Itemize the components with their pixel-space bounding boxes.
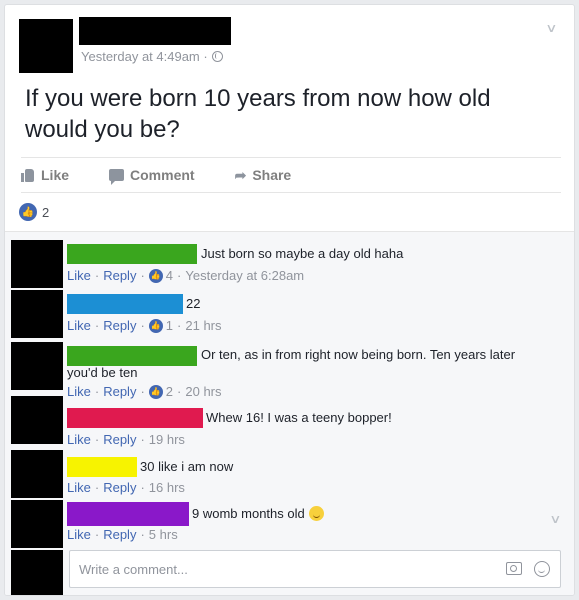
like-label: Like	[41, 167, 70, 183]
comment-time[interactable]: 19 hrs	[149, 432, 185, 447]
commenter-avatar-redacted[interactable]	[11, 396, 63, 444]
comment-meta: Like · Reply · 19 hrs	[67, 432, 185, 447]
post-card: Yesterday at 4:49am · ∨ If you were born…	[4, 4, 575, 596]
comment-meta: Like · Reply · 👍 1 · 21 hrs	[67, 318, 222, 333]
comment-like-link[interactable]: Like	[67, 527, 91, 542]
comment-like-link[interactable]: Like	[67, 432, 91, 447]
comment-like-link[interactable]: Like	[67, 480, 91, 495]
share-label: Share	[252, 167, 292, 183]
commenter-name-redacted[interactable]	[67, 502, 189, 526]
comments-section: Just born so maybe a day old haha Like · …	[5, 231, 574, 595]
like-button[interactable]: Like	[21, 167, 69, 183]
share-button[interactable]: ➦ Share	[235, 167, 292, 184]
comment-meta: Like · Reply · 👍 2 · 20 hrs	[67, 384, 222, 399]
comment-reply-link[interactable]: Reply	[103, 480, 136, 495]
comment-meta: Like · Reply · 👍 4 · Yesterday at 6:28am	[67, 268, 305, 283]
comment-reply-link[interactable]: Reply	[103, 318, 136, 333]
comment-reply-link[interactable]: Reply	[103, 527, 136, 542]
share-arrow-icon: ➦	[234, 166, 247, 183]
commenter-avatar-redacted[interactable]	[11, 342, 63, 390]
chevron-down-icon[interactable]: ∨	[545, 21, 565, 35]
comment-text: Or ten, as in from right now being born.…	[67, 347, 516, 380]
commenter-avatar-redacted[interactable]	[11, 240, 63, 288]
comment-text: 22	[186, 296, 201, 311]
post-timestamp[interactable]: Yesterday at 4:49am ·	[81, 49, 208, 64]
thumbs-up-icon	[21, 168, 35, 182]
comment-reply-link[interactable]: Reply	[103, 268, 136, 283]
commenter-avatar-redacted[interactable]	[11, 450, 63, 498]
like-reaction-icon: 👍	[148, 384, 163, 399]
commenter-name-redacted[interactable]	[67, 457, 137, 477]
smiley-icon[interactable]	[534, 561, 550, 577]
like-count: 2	[42, 204, 50, 220]
post-meta: Yesterday at 4:49am ·	[81, 49, 223, 64]
comment-text: 9 womb months old	[192, 505, 324, 523]
camera-icon[interactable]	[506, 562, 522, 575]
comment-button[interactable]: Comment	[109, 167, 195, 185]
commenter-avatar-redacted[interactable]	[11, 290, 63, 338]
chevron-down-icon[interactable]: ∨	[549, 512, 561, 526]
comment-label: Comment	[130, 167, 195, 183]
author-name-redacted[interactable]	[79, 17, 231, 45]
commenter-name-redacted[interactable]	[67, 244, 197, 264]
comment-text: 30 like i am now	[140, 459, 234, 474]
reaction-count[interactable]: 4	[166, 268, 173, 283]
comment-meta: Like · Reply · 5 hrs	[67, 527, 178, 542]
comment-time[interactable]: 5 hrs	[149, 527, 178, 542]
commenter-name-redacted[interactable]	[67, 294, 183, 314]
like-reaction-icon: 👍	[148, 318, 163, 333]
comment-like-link[interactable]: Like	[67, 384, 91, 399]
comment-reply-link[interactable]: Reply	[103, 384, 136, 399]
reaction-summary[interactable]: 👍 2	[19, 203, 49, 221]
like-reaction-icon: 👍	[148, 268, 163, 283]
comment-time[interactable]: Yesterday at 6:28am	[185, 268, 304, 283]
comment-text: Whew 16! I was a teeny bopper!	[206, 410, 392, 425]
comment-text: Just born so maybe a day old haha	[201, 246, 404, 261]
comment-time[interactable]: 21 hrs	[185, 318, 221, 333]
comment-composer[interactable]	[69, 550, 561, 588]
viewer-avatar-redacted	[11, 550, 63, 595]
comment-reply-link[interactable]: Reply	[103, 432, 136, 447]
comment-meta: Like · Reply · 16 hrs	[67, 480, 185, 495]
like-reaction-icon: 👍	[19, 203, 37, 221]
post-text: If you were born 10 years from now how o…	[25, 85, 491, 143]
commenter-avatar-redacted[interactable]	[11, 500, 63, 548]
comment-text-value: 9 womb months old	[192, 506, 305, 521]
commenter-name-redacted[interactable]	[67, 408, 203, 428]
comment-input[interactable]	[70, 551, 490, 587]
globe-icon	[211, 51, 223, 62]
comment-time[interactable]: 16 hrs	[149, 480, 185, 495]
comment-like-link[interactable]: Like	[67, 268, 91, 283]
speech-bubble-icon	[109, 169, 125, 185]
reaction-count[interactable]: 2	[166, 384, 173, 399]
author-avatar-redacted[interactable]	[19, 19, 73, 73]
comment-like-link[interactable]: Like	[67, 318, 91, 333]
smiley-emoji-icon	[308, 506, 324, 521]
comment-time[interactable]: 20 hrs	[185, 384, 221, 399]
reaction-count[interactable]: 1	[166, 318, 173, 333]
post-action-bar: Like Comment ➦ Share	[21, 157, 561, 193]
